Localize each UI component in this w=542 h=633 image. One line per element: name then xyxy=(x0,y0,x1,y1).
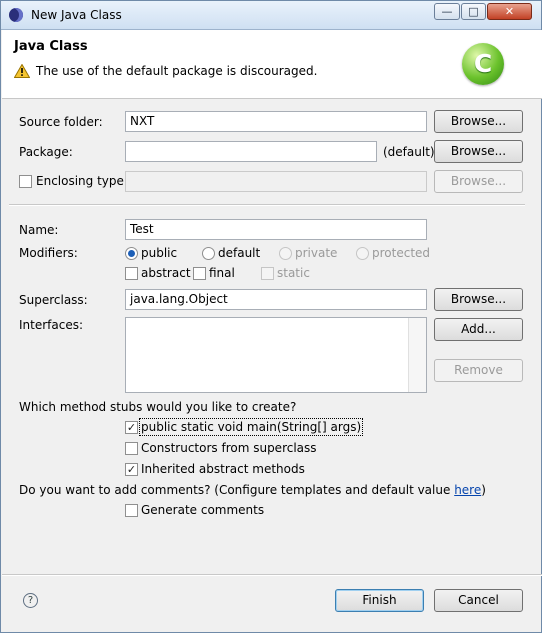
name-label: Name: xyxy=(19,223,59,237)
modifier-protected-radio xyxy=(356,247,369,260)
remove-interface-button: Remove xyxy=(434,359,523,382)
stub-main-checkbox[interactable]: ✓ xyxy=(125,421,138,434)
stub-inherited-label: Inherited abstract methods xyxy=(141,462,305,476)
modifier-final-checkbox[interactable] xyxy=(193,267,206,280)
interfaces-label: Interfaces: xyxy=(19,318,84,332)
enclosing-type-input xyxy=(125,171,427,192)
comments-question-suffix: ) xyxy=(481,483,486,497)
separator xyxy=(9,204,525,206)
modifier-public-radio[interactable] xyxy=(125,247,138,260)
footer-separator xyxy=(2,574,542,576)
enclosing-type-checkbox[interactable] xyxy=(19,175,32,188)
enclosing-type-browse-button: Browse... xyxy=(434,170,523,193)
package-input[interactable] xyxy=(125,141,377,162)
interfaces-scrollbar[interactable] xyxy=(408,318,426,392)
generate-comments-checkbox[interactable] xyxy=(125,504,138,517)
page-title: Java Class xyxy=(14,39,88,54)
package-default-label: (default) xyxy=(383,145,435,159)
source-folder-input[interactable]: NXT xyxy=(125,111,427,132)
warning-icon xyxy=(14,64,30,78)
minimize-button[interactable]: — xyxy=(434,3,460,20)
modifier-private-radio xyxy=(279,247,292,260)
header-message: The use of the default package is discou… xyxy=(36,64,318,78)
modifier-protected-label: protected xyxy=(372,246,431,260)
help-icon[interactable]: ? xyxy=(23,593,38,608)
name-input[interactable]: Test xyxy=(125,219,427,240)
stub-inherited-checkbox[interactable]: ✓ xyxy=(125,463,138,476)
package-label: Package: xyxy=(19,145,73,159)
interfaces-list[interactable] xyxy=(125,317,427,393)
window-title: New Java Class xyxy=(31,8,122,22)
eclipse-icon xyxy=(9,8,23,22)
add-interface-button[interactable]: Add... xyxy=(434,318,523,341)
modifier-private-label: private xyxy=(295,246,338,260)
modifier-default-label: default xyxy=(218,246,261,260)
java-class-wizard-icon: C xyxy=(462,43,504,85)
finish-button[interactable]: Finish xyxy=(335,589,424,612)
superclass-label: Superclass: xyxy=(19,293,88,307)
maximize-button[interactable]: □ xyxy=(461,3,486,20)
close-button[interactable]: ✕ xyxy=(487,3,532,20)
cancel-button[interactable]: Cancel xyxy=(434,589,523,612)
modifier-abstract-checkbox[interactable] xyxy=(125,267,138,280)
wizard-header: Java Class The use of the default packag… xyxy=(2,30,542,99)
stub-constructors-checkbox[interactable] xyxy=(125,442,138,455)
modifier-public-label: public xyxy=(141,246,178,260)
source-folder-browse-button[interactable]: Browse... xyxy=(434,110,523,133)
modifier-abstract-label: abstract xyxy=(141,266,191,280)
title-bar[interactable]: New Java Class — □ ✕ xyxy=(1,1,541,30)
enclosing-type-label: Enclosing type: xyxy=(36,174,128,188)
configure-templates-link[interactable]: here xyxy=(454,483,481,497)
comments-question: Do you want to add comments? (Configure … xyxy=(19,483,486,497)
modifiers-label: Modifiers: xyxy=(19,246,78,260)
stub-constructors-label: Constructors from superclass xyxy=(141,441,317,455)
modifier-static-checkbox xyxy=(261,267,274,280)
package-browse-button[interactable]: Browse... xyxy=(434,140,523,163)
modifier-static-label: static xyxy=(277,266,310,280)
method-stubs-question: Which method stubs would you like to cre… xyxy=(19,400,297,414)
source-folder-label: Source folder: xyxy=(19,115,103,129)
superclass-input[interactable]: java.lang.Object xyxy=(125,289,427,310)
comments-question-text: Do you want to add comments? (Configure … xyxy=(19,483,455,497)
generate-comments-label: Generate comments xyxy=(141,503,265,517)
modifier-final-label: final xyxy=(209,266,235,280)
superclass-browse-button[interactable]: Browse... xyxy=(434,288,523,311)
modifier-default-radio[interactable] xyxy=(202,247,215,260)
stub-main-label: public static void main(String[] args) xyxy=(138,418,364,436)
new-java-class-dialog: New Java Class — □ ✕ Java Class The use … xyxy=(0,0,542,633)
